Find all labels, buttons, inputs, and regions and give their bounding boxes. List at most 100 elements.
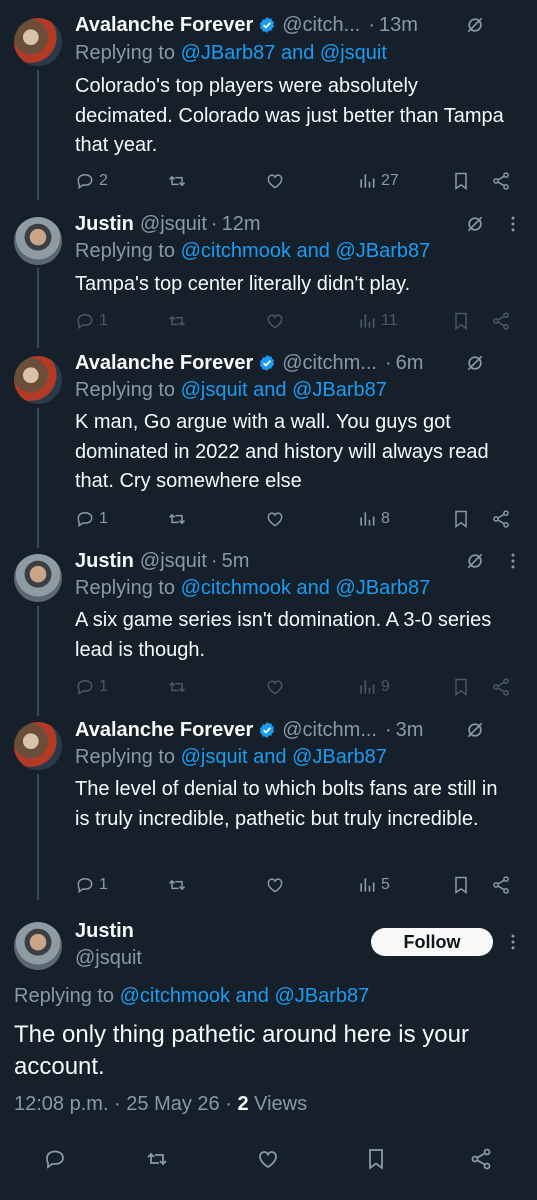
- replying-to: Replying to @JBarb87 and @jsquit: [75, 42, 387, 65]
- separator-dot: ·: [385, 351, 392, 374]
- avatar[interactable]: [14, 722, 62, 770]
- views-icon: [360, 174, 375, 188]
- reply-button[interactable]: 1: [75, 872, 108, 898]
- bookmark-button[interactable]: [451, 872, 471, 898]
- more-options-icon[interactable]: [503, 932, 523, 952]
- replying-mentions[interactable]: @citchmook and @JBarb87: [181, 240, 431, 262]
- reply-button[interactable]: 2: [75, 168, 108, 194]
- more-options-icon[interactable]: [503, 551, 523, 571]
- views-count: 9: [381, 678, 390, 695]
- views-button[interactable]: 8: [357, 506, 390, 532]
- retweet-button[interactable]: [167, 506, 187, 532]
- bookmark-icon: [455, 876, 467, 894]
- bookmark-icon: [369, 1149, 383, 1170]
- reply-button[interactable]: 1: [75, 308, 108, 334]
- avatar[interactable]: [14, 554, 62, 602]
- grok-icon[interactable]: [465, 214, 485, 234]
- author-name[interactable]: Avalanche Forever: [75, 719, 253, 742]
- bookmark-button[interactable]: [451, 168, 471, 194]
- retweet-icon: [168, 315, 186, 327]
- tweet-text: The level of denial to which bolts fans …: [75, 778, 498, 830]
- grok-icon[interactable]: [465, 15, 485, 35]
- retweet-button[interactable]: [167, 674, 187, 700]
- author-name[interactable]: Avalanche Forever: [75, 352, 253, 375]
- tweet-time[interactable]: 6m: [396, 352, 424, 375]
- like-button[interactable]: [265, 872, 285, 898]
- avatar[interactable]: [14, 18, 62, 66]
- reply-icon: [77, 877, 93, 894]
- retweet-button[interactable]: [145, 1146, 169, 1172]
- main-author-handle[interactable]: @jsquit: [75, 947, 142, 970]
- share-icon: [493, 312, 509, 330]
- bookmark-button[interactable]: [364, 1146, 388, 1172]
- share-icon: [493, 678, 509, 696]
- views-icon: [360, 314, 375, 328]
- avatar[interactable]: [14, 356, 62, 404]
- tweet-time[interactable]: 13m: [379, 14, 418, 37]
- like-button[interactable]: [256, 1146, 280, 1172]
- tweet-header: Justin @jsquit · 12m: [75, 211, 260, 237]
- heart-icon: [259, 1151, 277, 1169]
- author-handle[interactable]: @jsquit: [140, 550, 207, 573]
- author-name[interactable]: Justin: [75, 550, 134, 573]
- follow-button[interactable]: Follow: [371, 928, 493, 956]
- share-button[interactable]: [469, 1146, 493, 1172]
- share-button[interactable]: [491, 674, 511, 700]
- reply-icon: [77, 679, 93, 696]
- like-button[interactable]: [265, 308, 285, 334]
- tweet-timestamp[interactable]: 12:08 p.m. · 25 May 26 ·: [14, 1093, 237, 1115]
- retweet-button[interactable]: [167, 168, 187, 194]
- action-bar: 1 5: [75, 872, 520, 898]
- share-button[interactable]: [491, 506, 511, 532]
- replying-prefix: Replying to: [75, 42, 181, 64]
- main-replying-to: Replying to @citchmook and @JBarb87: [14, 985, 369, 1008]
- tweet-time[interactable]: 5m: [222, 550, 250, 573]
- tweet-text: A six game series isn't domination. A 3-…: [75, 609, 492, 661]
- retweet-button[interactable]: [167, 308, 187, 334]
- replying-prefix: Replying to: [75, 379, 181, 401]
- reply-button[interactable]: 1: [75, 506, 108, 532]
- replying-mentions[interactable]: @jsquit and @JBarb87: [181, 379, 387, 401]
- replying-mentions[interactable]: @jsquit and @JBarb87: [181, 746, 387, 768]
- reply-button[interactable]: 1: [75, 674, 108, 700]
- views-button[interactable]: 27: [357, 168, 399, 194]
- grok-icon[interactable]: [465, 551, 485, 571]
- views-button[interactable]: 5: [357, 872, 390, 898]
- like-button[interactable]: [265, 674, 285, 700]
- bookmark-button[interactable]: [451, 308, 471, 334]
- author-handle[interactable]: @citchm...: [282, 719, 377, 742]
- share-button[interactable]: [491, 872, 511, 898]
- like-button[interactable]: [265, 506, 285, 532]
- share-button[interactable]: [491, 308, 511, 334]
- tweet-time[interactable]: 3m: [396, 719, 424, 742]
- replying-mentions[interactable]: @citchmook and @JBarb87: [120, 985, 370, 1007]
- more-options-icon[interactable]: [503, 214, 523, 234]
- replying-mentions[interactable]: @citchmook and @JBarb87: [181, 577, 431, 599]
- main-author-name[interactable]: Justin: [75, 920, 134, 943]
- retweet-button[interactable]: [167, 872, 187, 898]
- reply-count: 1: [99, 876, 108, 893]
- separator-dot: ·: [210, 549, 218, 572]
- author-name[interactable]: Avalanche Forever: [75, 14, 253, 37]
- views-button[interactable]: 11: [357, 308, 398, 334]
- grok-icon[interactable]: [465, 353, 485, 373]
- views-button[interactable]: 9: [357, 674, 390, 700]
- reply-button[interactable]: [43, 1146, 67, 1172]
- author-handle[interactable]: @jsquit: [140, 213, 207, 236]
- replying-mentions[interactable]: @JBarb87 and @jsquit: [181, 42, 387, 64]
- bookmark-button[interactable]: [451, 674, 471, 700]
- like-button[interactable]: [265, 168, 285, 194]
- avatar[interactable]: [14, 217, 62, 265]
- bookmark-button[interactable]: [451, 506, 471, 532]
- views-count: 5: [381, 876, 390, 893]
- author-name[interactable]: Justin: [75, 213, 134, 236]
- tweet-time[interactable]: 12m: [222, 213, 261, 236]
- grok-icon[interactable]: [465, 720, 485, 740]
- author-handle[interactable]: @citchm...: [282, 352, 377, 375]
- main-avatar[interactable]: [14, 922, 62, 970]
- share-icon: [493, 876, 509, 894]
- author-handle[interactable]: @citch...: [282, 14, 360, 37]
- share-button[interactable]: [491, 168, 511, 194]
- thread-line: [37, 606, 39, 716]
- views-count: 11: [381, 312, 398, 329]
